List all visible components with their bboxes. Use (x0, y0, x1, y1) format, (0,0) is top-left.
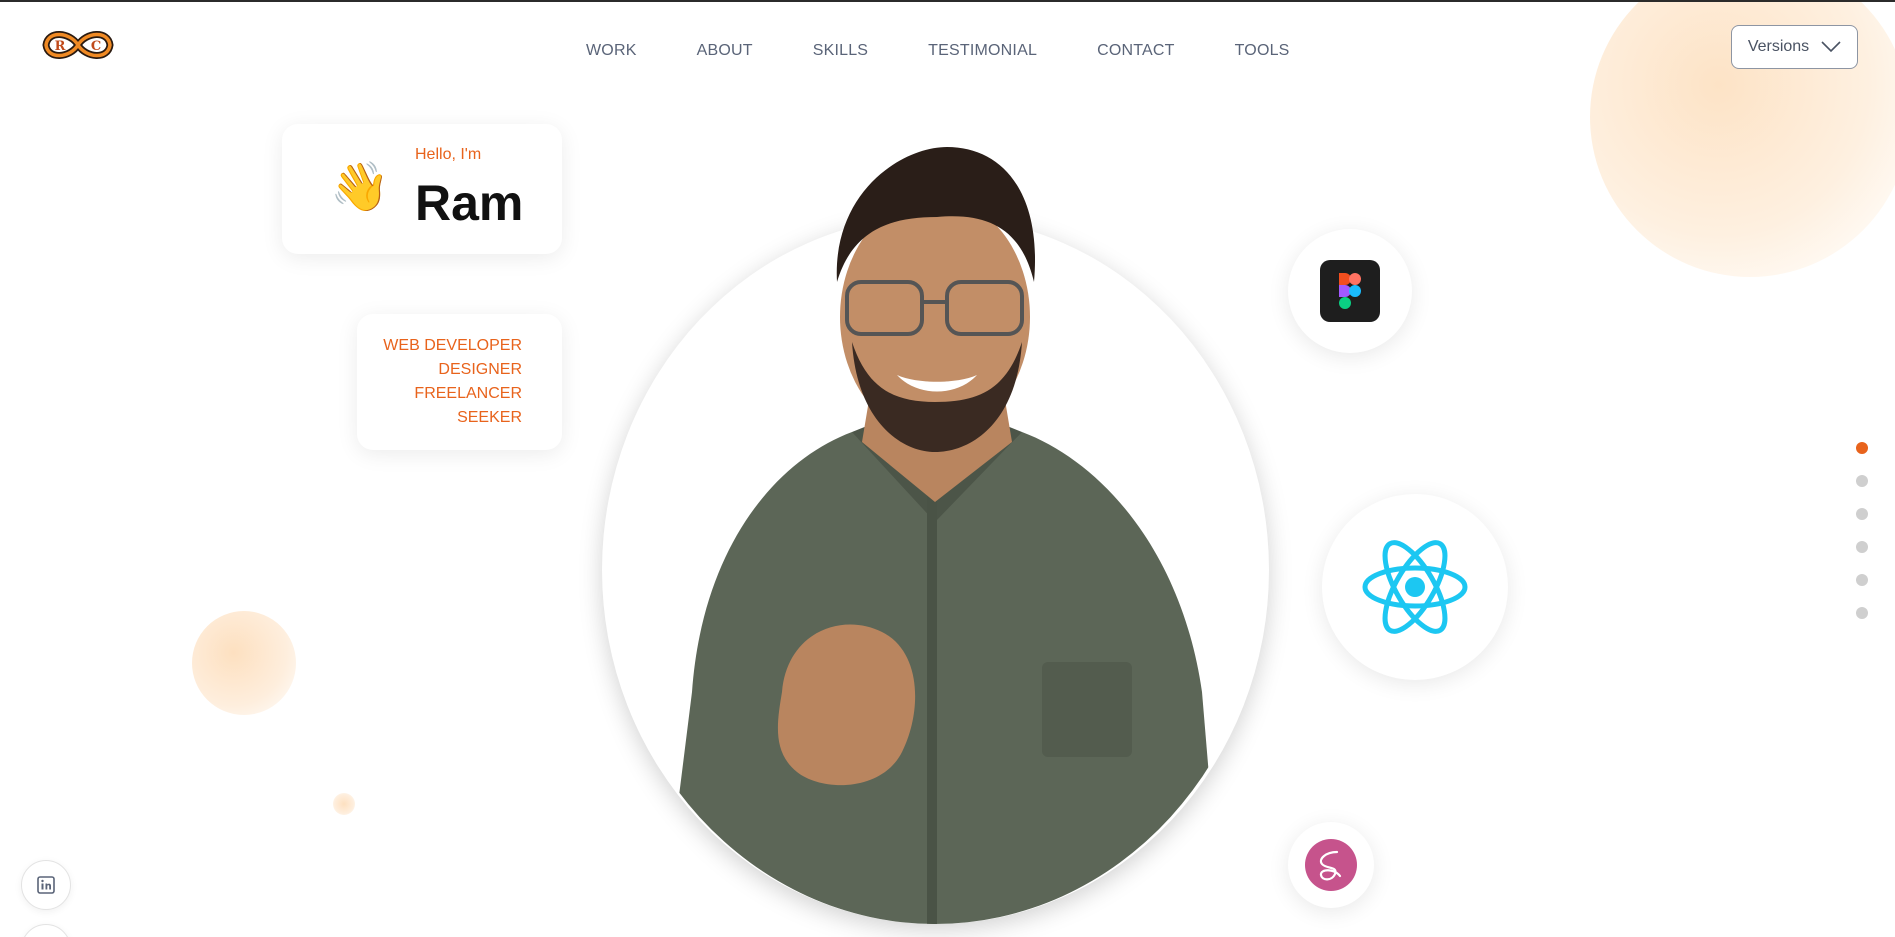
section-dot-1[interactable] (1856, 442, 1868, 454)
svg-text:C: C (91, 39, 101, 54)
role-item: WEB DEVELOPER (383, 337, 522, 354)
react-icon (1362, 540, 1468, 634)
nav-item-skills[interactable]: SKILLS (813, 42, 868, 60)
section-dot-3[interactable] (1856, 508, 1868, 520)
nav-item-work[interactable]: WORK (586, 42, 637, 60)
waving-hand-icon: 👋 (330, 161, 390, 214)
figma-bubble (1288, 229, 1412, 353)
linkedin-icon (37, 876, 55, 894)
roles-card: WEB DEVELOPER DESIGNER FREELANCER SEEKER (357, 314, 562, 450)
role-item: SEEKER (457, 409, 522, 426)
infinity-logo: R C (42, 31, 114, 59)
figma-icon (1320, 260, 1380, 322)
decorative-blob (192, 611, 296, 715)
section-dot-4[interactable] (1856, 541, 1868, 553)
site-logo[interactable]: R C (40, 24, 116, 66)
versions-dropdown[interactable]: Versions (1731, 25, 1858, 69)
nav-item-contact[interactable]: CONTACT (1097, 42, 1175, 60)
section-dot-2[interactable] (1856, 475, 1868, 487)
role-item: DESIGNER (438, 361, 522, 378)
hero-page: R C WORK ABOUT SKILLS TESTIMONIAL CONTAC… (0, 2, 1895, 937)
nav-item-about[interactable]: ABOUT (697, 42, 753, 60)
main-nav: WORK ABOUT SKILLS TESTIMONIAL CONTACT TO… (586, 42, 1290, 60)
chevron-down-icon (1821, 41, 1841, 53)
github-link[interactable] (21, 924, 71, 937)
hero-name: Ram (415, 175, 524, 231)
profile-photo (662, 147, 1222, 924)
greeting-text: Hello, I'm (415, 146, 482, 163)
versions-label: Versions (1747, 38, 1810, 55)
nav-item-tools[interactable]: TOOLS (1235, 42, 1290, 60)
greeting-card: 👋 Hello, I'm Ram (282, 124, 562, 254)
linkedin-link[interactable] (21, 860, 71, 910)
svg-text:R: R (55, 39, 66, 54)
react-bubble (1322, 494, 1508, 680)
decorative-blob (333, 793, 355, 815)
section-pagination (1856, 442, 1868, 619)
sass-icon (1305, 839, 1357, 891)
role-item: FREELANCER (414, 385, 522, 402)
section-dot-6[interactable] (1856, 607, 1868, 619)
section-dot-5[interactable] (1856, 574, 1868, 586)
sass-bubble (1288, 822, 1374, 908)
nav-item-testimonial[interactable]: TESTIMONIAL (928, 42, 1037, 60)
